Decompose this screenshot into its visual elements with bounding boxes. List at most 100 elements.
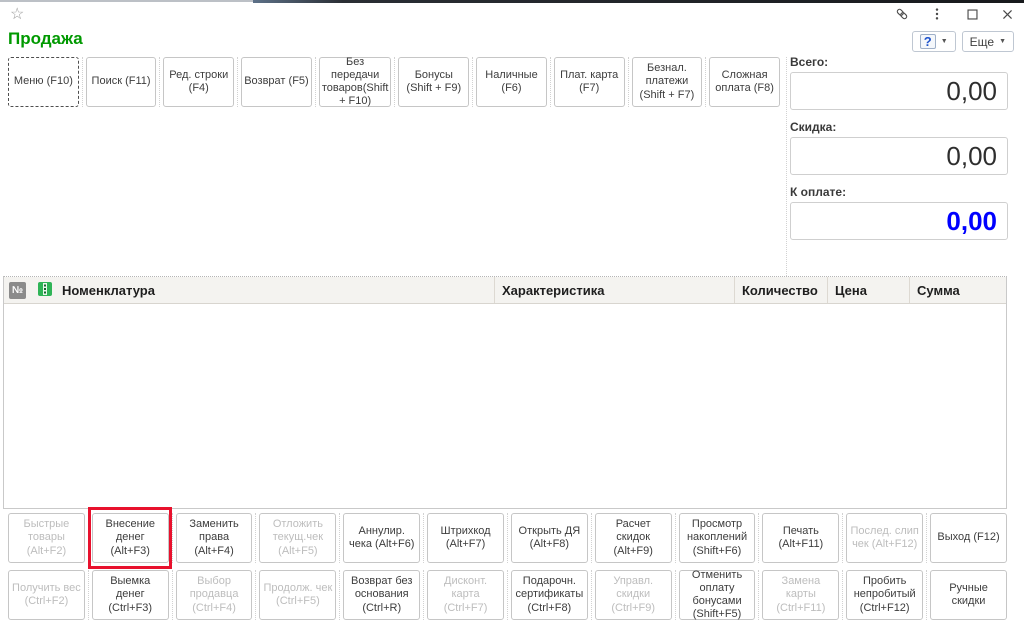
- manage-discounts-button: Управл. скидки (Ctrl+F9): [595, 570, 672, 620]
- total-value: 0,00: [946, 76, 997, 107]
- replace-rights-label: Заменить права (Alt+F4): [179, 518, 250, 558]
- button-separator: [675, 570, 676, 620]
- return-button[interactable]: Возврат (F5): [241, 57, 312, 107]
- punch-unpunched-receipt-button[interactable]: Пробить непробитый (Ctrl+F12): [846, 570, 923, 620]
- cancel-bonus-payment-label: Отменить оплату бонусами (Shift+F5): [682, 569, 753, 622]
- bottom-button-row-2: Получить вес (Ctrl+F2) Выемка денег (Ctrl…: [8, 570, 1007, 620]
- button-separator: [172, 570, 173, 620]
- open-cash-drawer-button[interactable]: Открыть ДЯ (Alt+F8): [511, 513, 588, 563]
- view-accumulations-button[interactable]: Просмотр накоплений (Shift+F6): [679, 513, 756, 563]
- discount-card-label: Дисконт. карта (Ctrl+F7): [430, 575, 501, 615]
- search-button[interactable]: Поиск (F11): [86, 57, 157, 107]
- last-slip-receipt-label: Послед. слип чек (Alt+F12): [849, 525, 920, 551]
- button-separator: [88, 570, 89, 620]
- cancel-bonus-payment-button[interactable]: Отменить оплату бонусами (Shift+F5): [679, 570, 756, 620]
- edit-row-button[interactable]: Ред. строки (F4): [163, 57, 234, 107]
- button-separator: [159, 57, 160, 107]
- replace-card-label: Замена карты (Ctrl+F11): [765, 575, 836, 615]
- no-goods-transfer-button[interactable]: Без передачи товаров(Shift + F10): [319, 57, 392, 107]
- button-separator: [423, 570, 424, 620]
- button-separator: [550, 57, 551, 107]
- replace-card-button: Замена карты (Ctrl+F11): [762, 570, 839, 620]
- button-separator: [842, 513, 843, 563]
- button-separator: [394, 57, 395, 107]
- quick-goods-button: Быстрые товары (Alt+F2): [8, 513, 85, 563]
- items-table-body[interactable]: [4, 304, 1006, 510]
- button-separator: [842, 570, 843, 620]
- payment-card-button[interactable]: Плат. карта (F7): [554, 57, 625, 107]
- continue-receipt-label: Продолж. чек (Ctrl+F5): [262, 582, 333, 608]
- button-separator: [591, 513, 592, 563]
- totals-panel: Всего: 0,00 Скидка: 0,00 К оплате: 0,00: [790, 50, 1008, 240]
- bonuses-label: Бонусы (Shift + F9): [401, 69, 466, 95]
- void-receipt-button[interactable]: Аннулир. чека (Alt+F6): [343, 513, 420, 563]
- quick-goods-label: Быстрые товары (Alt+F2): [11, 518, 82, 558]
- replace-rights-button[interactable]: Заменить права (Alt+F4): [176, 513, 253, 563]
- cash-out-button[interactable]: Выемка денег (Ctrl+F3): [92, 570, 169, 620]
- cash-in-button[interactable]: Внесение денег (Alt+F3): [92, 513, 169, 563]
- button-separator: [758, 513, 759, 563]
- payable-value: 0,00: [946, 206, 997, 237]
- continue-receipt-button: Продолж. чек (Ctrl+F5): [259, 570, 336, 620]
- payable-label: К оплате:: [790, 185, 1008, 199]
- button-separator: [339, 513, 340, 563]
- bottom-button-row-1: Быстрые товары (Alt+F2)Внесение денег (A…: [8, 513, 1007, 563]
- button-separator: [507, 513, 508, 563]
- calc-discounts-button[interactable]: Расчет скидок (Alt+F9): [595, 513, 672, 563]
- more-button[interactable]: Еще ▼: [962, 31, 1014, 52]
- nomenclature-icon-cell: [31, 281, 58, 300]
- column-nomenclature: Номенклатура: [58, 283, 494, 298]
- manage-discounts-label: Управл. скидки (Ctrl+F9): [598, 575, 669, 615]
- button-separator: [255, 513, 256, 563]
- button-separator: [255, 570, 256, 620]
- last-slip-receipt-button: Послед. слип чек (Alt+F12): [846, 513, 923, 563]
- chevron-down-icon: ▼: [999, 38, 1006, 45]
- cash-label: Наличные (F6): [479, 69, 544, 95]
- get-weight-label: Получить вес (Ctrl+F2): [11, 582, 82, 608]
- menu-label: Меню (F10): [11, 75, 76, 88]
- button-separator: [339, 570, 340, 620]
- row-number-column: №: [4, 282, 31, 299]
- window-edge-light: [0, 0, 253, 2]
- print-button[interactable]: Печать (Alt+F11): [762, 513, 839, 563]
- window-edge-dark: [253, 0, 1024, 3]
- header-buttons: ? ▼ Еще ▼: [912, 31, 1014, 52]
- complex-payment-button[interactable]: Сложная оплата (F8): [709, 57, 780, 107]
- cashless-payments-button[interactable]: Безнал. платежи (Shift + F7): [632, 57, 703, 107]
- complex-payment-label: Сложная оплата (F8): [712, 69, 777, 95]
- button-separator: [591, 570, 592, 620]
- row-number-icon: №: [9, 282, 26, 299]
- menu-button[interactable]: Меню (F10): [8, 57, 79, 107]
- button-separator: [926, 513, 927, 563]
- discount-card-button: Дисконт. карта (Ctrl+F7): [427, 570, 504, 620]
- button-separator: [423, 513, 424, 563]
- close-icon[interactable]: [1000, 7, 1014, 21]
- discount-value: 0,00: [946, 141, 997, 172]
- link-icon[interactable]: [895, 7, 909, 21]
- help-button[interactable]: ? ▼: [912, 31, 956, 52]
- cash-button[interactable]: Наличные (F6): [476, 57, 547, 107]
- cash-out-label: Выемка денег (Ctrl+F3): [95, 575, 166, 615]
- payable-field: 0,00: [790, 202, 1008, 240]
- edit-row-label: Ред. строки (F4): [166, 69, 231, 95]
- hold-current-receipt-label: Отложить текущ.чек (Alt+F5): [262, 518, 333, 558]
- no-goods-transfer-label: Без передачи товаров(Shift + F10): [322, 56, 389, 109]
- favorite-star-icon[interactable]: ☆: [10, 4, 24, 24]
- gift-certificates-label: Подарочн. сертификаты (Ctrl+F8): [514, 575, 585, 615]
- button-separator: [705, 57, 706, 107]
- gift-certificates-button[interactable]: Подарочн. сертификаты (Ctrl+F8): [511, 570, 588, 620]
- void-receipt-label: Аннулир. чека (Alt+F6): [346, 525, 417, 551]
- maximize-icon[interactable]: [965, 7, 979, 21]
- bonuses-button[interactable]: Бонусы (Shift + F9): [398, 57, 469, 107]
- exit-button[interactable]: Выход (F12): [930, 513, 1007, 563]
- barcode-button[interactable]: Штрихкод (Alt+F7): [427, 513, 504, 563]
- panel-separator: [786, 57, 787, 276]
- discount-field: 0,00: [790, 137, 1008, 175]
- command-toolbar: Меню (F10) Поиск (F11) Ред. строки (F4) Воз…: [8, 57, 780, 107]
- kebab-menu-icon[interactable]: [930, 7, 944, 21]
- column-price: Цена: [827, 277, 909, 303]
- manual-discounts-button[interactable]: Ручные скидки: [930, 570, 1007, 620]
- hold-current-receipt-button: Отложить текущ.чек (Alt+F5): [259, 513, 336, 563]
- total-label: Всего:: [790, 55, 1008, 69]
- return-no-reason-button[interactable]: Возврат без основания (Ctrl+R): [343, 570, 420, 620]
